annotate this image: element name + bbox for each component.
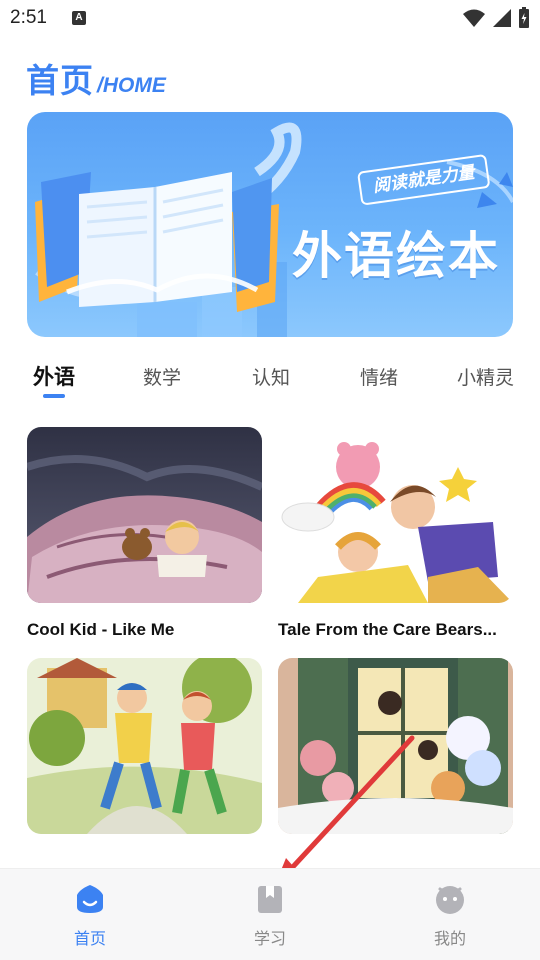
nav-home-label: 首页	[73, 929, 106, 948]
book-cover	[27, 427, 262, 603]
book-card[interactable]	[27, 658, 262, 851]
book-card[interactable]	[278, 658, 513, 851]
a-letter-icon: A	[72, 11, 86, 25]
page-title: 首页 /HOME	[26, 54, 166, 102]
wifi-icon	[463, 9, 485, 27]
nav-profile-label: 我的	[433, 929, 466, 948]
home-icon	[77, 885, 103, 913]
banner-title: 外语绘本	[292, 227, 500, 285]
profile-face-icon	[436, 886, 464, 914]
bottom-navigation: 首页 学习 我的	[0, 868, 540, 960]
tab-little-elf[interactable]: 小精灵	[457, 363, 514, 390]
tab-cognition[interactable]: 认知	[252, 363, 290, 390]
tab-emotion[interactable]: 情绪	[360, 363, 398, 390]
app-screen: 2:51 A 首页 /HOME 阅读就是力量 外语绘本 外语 数学 认知 情绪 …	[0, 0, 540, 960]
category-tabs: 外语 数学 认知 情绪 小精灵	[0, 356, 540, 404]
book-card[interactable]: Cool Kid - Like Me	[27, 427, 262, 640]
promo-banner[interactable]: 阅读就是力量 外语绘本	[27, 112, 513, 337]
status-bar: 2:51 A	[0, 0, 540, 38]
nav-study[interactable]: 学习	[210, 869, 330, 960]
active-tab-indicator	[43, 394, 65, 398]
book-title: Tale From the Care Bears...	[278, 620, 497, 639]
status-icons	[462, 7, 530, 29]
status-time: 2:51	[10, 7, 47, 28]
page-title-main: 首页	[26, 61, 94, 100]
book-cover	[278, 658, 513, 834]
bookmark-book-icon	[258, 886, 282, 913]
book-cover	[27, 658, 262, 834]
nav-home[interactable]: 首页	[30, 869, 150, 960]
book-card[interactable]: Tale From the Care Bears...	[278, 427, 513, 640]
tab-foreign-language[interactable]: 外语	[33, 361, 75, 391]
nav-profile[interactable]: 我的	[390, 869, 510, 960]
page-title-sub: /HOME	[97, 74, 166, 97]
nav-study-label: 学习	[253, 929, 286, 948]
signal-icon	[493, 9, 511, 27]
book-cover	[278, 427, 513, 603]
tab-math[interactable]: 数学	[143, 363, 181, 390]
battery-icon	[519, 7, 529, 28]
book-title: Cool Kid - Like Me	[27, 620, 175, 639]
